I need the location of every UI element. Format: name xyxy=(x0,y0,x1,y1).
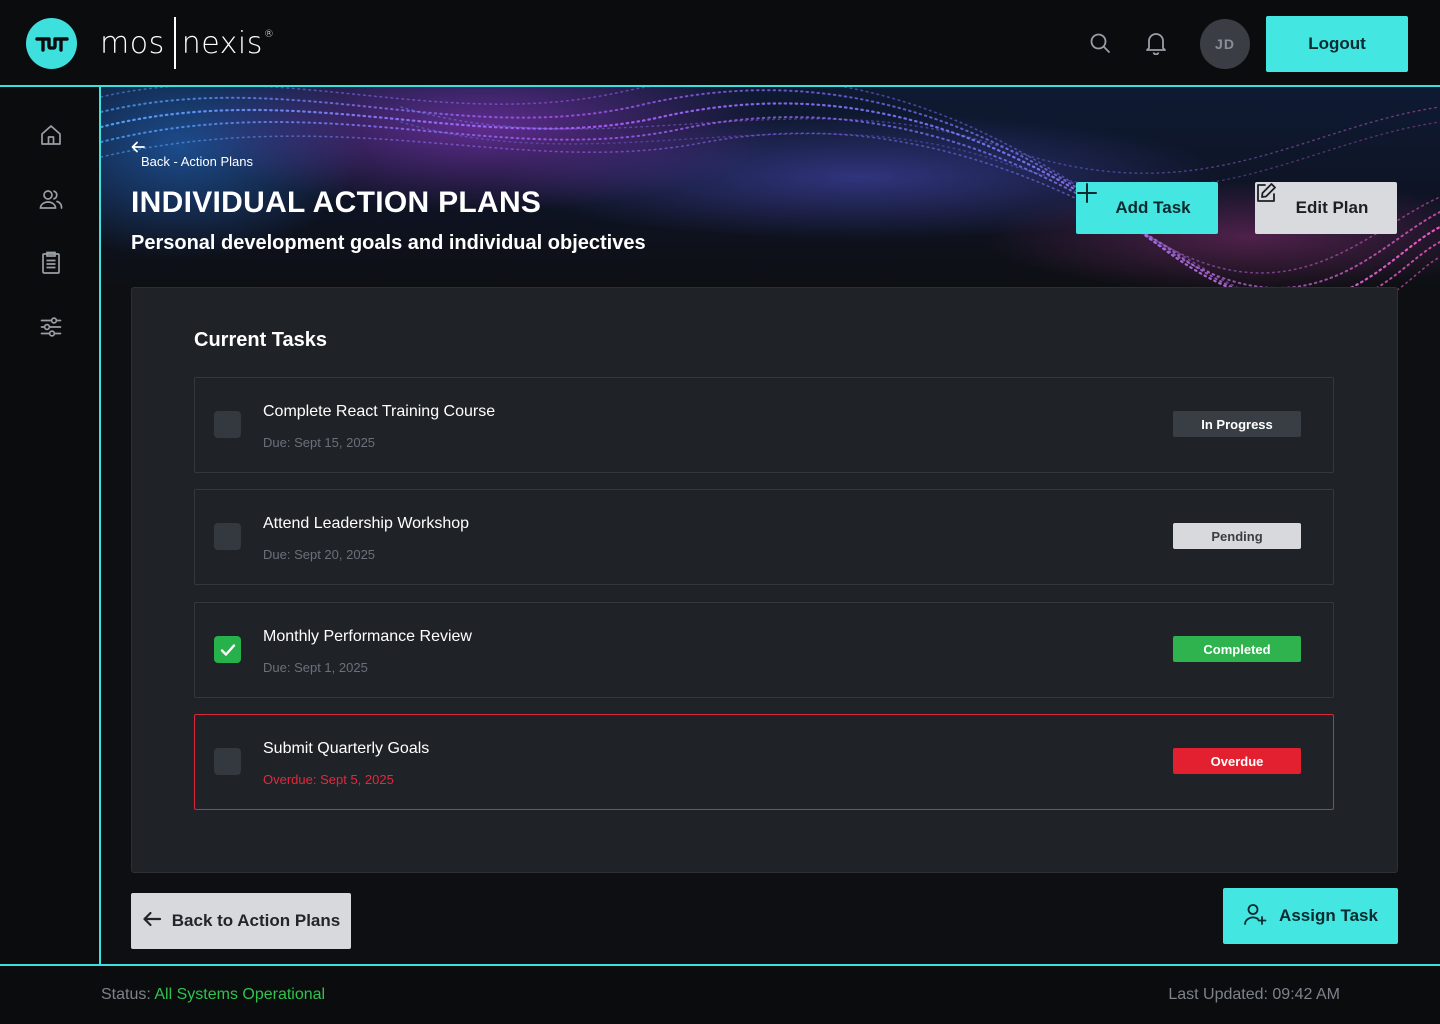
status-badge: Overdue xyxy=(1173,748,1301,774)
back-button-label: Back to Action Plans xyxy=(171,911,341,930)
task-checkbox[interactable] xyxy=(214,748,241,775)
task-due-date: Due: Sept 1, 2025 xyxy=(263,660,368,675)
page-subtitle: Personal development goals and individua… xyxy=(131,232,646,254)
tasks-panel: Current Tasks Complete React Training Co… xyxy=(131,287,1398,873)
clipboard-icon[interactable] xyxy=(38,250,64,276)
sliders-icon[interactable] xyxy=(38,314,64,340)
task-title: Complete React Training Course xyxy=(263,403,496,420)
brand-logo-icon[interactable] xyxy=(26,18,77,69)
task-checkbox[interactable] xyxy=(214,636,241,663)
status-badge: Completed xyxy=(1173,636,1301,662)
logout-button[interactable]: Logout xyxy=(1266,16,1408,72)
checkmark-icon xyxy=(220,643,235,656)
top-bar: mos nexis ® JD Logout xyxy=(0,0,1440,87)
task-title: Attend Leadership Workshop xyxy=(263,515,470,532)
add-task-button[interactable]: Add Task xyxy=(1076,182,1218,234)
task-checkbox[interactable] xyxy=(214,523,241,550)
task-due-date: Overdue: Sept 5, 2025 xyxy=(263,772,394,787)
sidebar xyxy=(0,87,101,964)
assign-task-label: Assign Task xyxy=(1279,906,1378,925)
status-badge: Pending xyxy=(1173,523,1301,549)
users-icon[interactable] xyxy=(38,186,64,212)
task-title: Submit Quarterly Goals xyxy=(263,740,430,757)
edit-plan-label: Edit Plan xyxy=(1295,198,1369,217)
assign-task-button[interactable]: Assign Task xyxy=(1223,888,1398,944)
brand-wordmark: mos nexis ® xyxy=(100,17,274,69)
status-value: All Systems Operational xyxy=(154,986,326,1003)
brand-separator xyxy=(173,17,176,69)
status-badge: In Progress xyxy=(1173,411,1301,437)
breadcrumb-back-link[interactable]: Back - Action Plans xyxy=(131,141,253,169)
brand-name-right: nexis xyxy=(181,25,263,61)
last-updated: Last Updated: 09:42 AM xyxy=(1168,986,1340,1003)
search-icon[interactable] xyxy=(1087,30,1113,56)
system-status: Status: All Systems Operational xyxy=(101,986,325,1004)
bell-icon[interactable] xyxy=(1143,30,1169,56)
arrow-left-icon xyxy=(142,911,162,932)
registered-mark: ® xyxy=(263,28,275,40)
status-bar: Status: All Systems Operational Last Upd… xyxy=(0,964,1440,1024)
back-to-action-plans-button[interactable]: Back to Action Plans xyxy=(131,893,351,949)
task-due-date: Due: Sept 20, 2025 xyxy=(263,547,376,562)
task-row[interactable]: Monthly Performance Review Due: Sept 1, … xyxy=(194,602,1334,698)
main-content: Back - Action Plans INDIVIDUAL ACTION PL… xyxy=(101,87,1440,964)
edit-plan-button[interactable]: Edit Plan xyxy=(1255,182,1397,234)
page-title: INDIVIDUAL ACTION PLANS xyxy=(131,186,542,219)
task-row[interactable]: Submit Quarterly Goals Overdue: Sept 5, … xyxy=(194,714,1334,810)
breadcrumb-label: Back - Action Plans xyxy=(141,154,253,169)
brand-name-left: mos xyxy=(100,25,165,61)
user-avatar[interactable]: JD xyxy=(1200,19,1250,69)
task-due-date: Due: Sept 15, 2025 xyxy=(263,435,376,450)
tasks-panel-title: Current Tasks xyxy=(194,329,328,351)
task-title: Monthly Performance Review xyxy=(263,628,472,645)
user-plus-icon xyxy=(1243,902,1267,931)
task-checkbox[interactable] xyxy=(214,411,241,438)
task-row[interactable]: Complete React Training Course Due: Sept… xyxy=(194,377,1334,473)
home-icon[interactable] xyxy=(38,122,64,148)
status-label: Status: xyxy=(101,986,151,1003)
add-task-label: Add Task xyxy=(1115,198,1191,217)
task-row[interactable]: Attend Leadership Workshop Due: Sept 20,… xyxy=(194,489,1334,585)
hero-banner: Back - Action Plans INDIVIDUAL ACTION PL… xyxy=(101,87,1440,292)
